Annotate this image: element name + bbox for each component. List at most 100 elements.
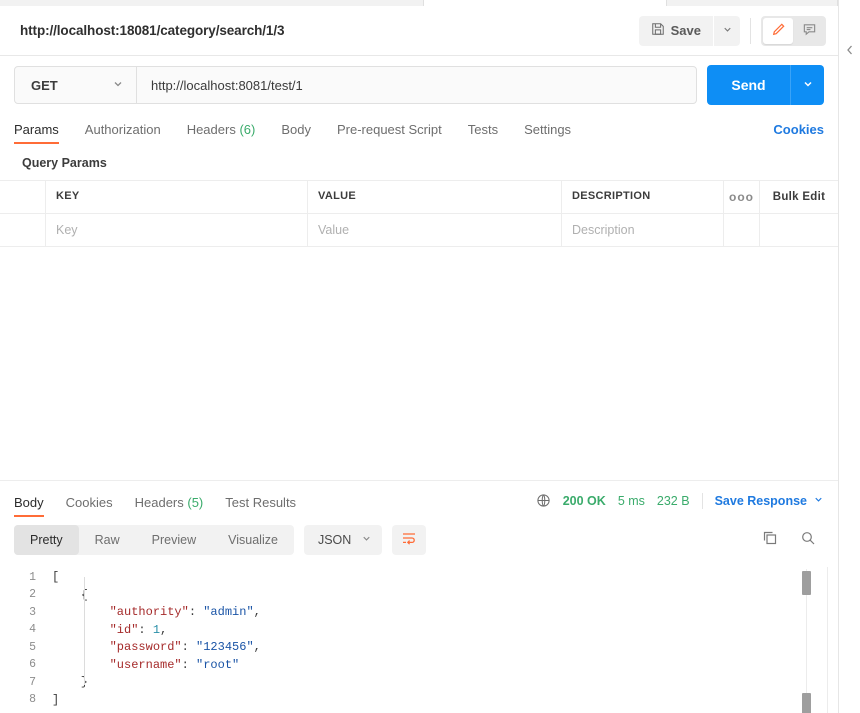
param-description-input[interactable]: Description	[562, 214, 724, 246]
row-options[interactable]	[724, 214, 760, 246]
code-token: "root"	[196, 657, 240, 672]
code-token: "authority"	[109, 605, 189, 620]
tab-pre-request-script[interactable]: Pre-request Script	[337, 122, 442, 144]
save-options-button[interactable]	[714, 15, 740, 46]
response-tab-cookies[interactable]: Cookies	[66, 495, 113, 517]
tab-label: Cookies	[65, 494, 113, 510]
tab-label: Tests	[467, 122, 499, 137]
scrollbar-thumb[interactable]	[802, 570, 811, 595]
chevron-down-icon	[813, 494, 824, 508]
scrollbar-marker[interactable]	[802, 692, 811, 713]
code-token: :	[181, 657, 197, 672]
code-lines: 1[2 {3 "authority": "admin", 4 "id": 1, 5 …	[0, 569, 838, 709]
tab-label: Headers	[134, 494, 184, 510]
tab-label: Settings	[524, 122, 572, 137]
send-options-button[interactable]	[790, 65, 824, 105]
tab-label: Headers	[186, 122, 236, 137]
view-mode-raw[interactable]: Raw	[79, 525, 136, 555]
chevron-left-icon[interactable]	[844, 44, 856, 713]
status-badge: 200 OK	[562, 493, 606, 508]
tab-label: Pre-request Script	[336, 122, 442, 137]
request-tabs: Params Authorization Headers (6) Body Pre-re…	[0, 114, 838, 144]
save-button-label: Save	[670, 23, 701, 38]
line-number: 1	[29, 570, 36, 584]
floppy-disk-icon	[651, 22, 665, 39]
code-text: "id": 1,	[52, 622, 168, 637]
chevron-down-icon	[722, 23, 733, 38]
code-token: ,	[253, 605, 261, 620]
response-size: 232 B	[656, 493, 690, 508]
response-tab-test-results[interactable]: Test Results	[225, 495, 296, 517]
method-selector[interactable]: GET	[15, 67, 137, 103]
tab-authorization[interactable]: Authorization	[85, 122, 161, 144]
save-response-button[interactable]: Save Response	[715, 494, 824, 508]
code-line: 1[	[0, 569, 838, 587]
query-params-table: KEY VALUE DESCRIPTION ooo Bulk Edit Key …	[0, 180, 838, 247]
cookies-link[interactable]: Cookies	[773, 122, 824, 144]
tab-headers[interactable]: Headers (6)	[187, 122, 256, 144]
code-line: 3 "authority": "admin",	[0, 604, 838, 622]
word-wrap-icon	[401, 530, 417, 549]
postman-app: http://localhost:18081/category/search/1…	[0, 0, 860, 713]
line-number: 5	[29, 640, 36, 654]
view-mode-preview[interactable]: Preview	[136, 525, 212, 555]
tab-params[interactable]: Params	[14, 122, 59, 144]
url-input[interactable]	[137, 67, 696, 103]
chevron-down-icon	[361, 533, 372, 547]
row-checkbox-cell[interactable]	[0, 214, 46, 246]
bulk-edit-button[interactable]: Bulk Edit	[760, 181, 838, 213]
word-wrap-button[interactable]	[392, 524, 427, 555]
comment-icon	[802, 22, 817, 40]
column-header-value: VALUE	[308, 181, 562, 213]
column-header-key: KEY	[46, 181, 308, 213]
response-tabs: Body Cookies Headers (5) Test Results	[14, 495, 318, 517]
tab-tests[interactable]: Tests	[468, 122, 498, 144]
code-edge-divider	[827, 566, 828, 713]
code-token: :	[181, 640, 197, 655]
table-header-row: KEY VALUE DESCRIPTION ooo Bulk Edit	[0, 181, 838, 214]
view-mode-visualize[interactable]: Visualize	[212, 525, 294, 555]
select-all-cell[interactable]	[0, 181, 46, 213]
save-response-label: Save Response	[714, 493, 807, 508]
code-token: "id"	[109, 622, 139, 637]
title-bar-actions: Save	[638, 15, 826, 46]
search-icon[interactable]	[800, 530, 816, 549]
column-header-description: DESCRIPTION	[562, 181, 724, 213]
divider	[701, 492, 703, 509]
response-tab-body[interactable]: Body	[14, 495, 44, 517]
right-sidebar	[838, 0, 860, 713]
globe-icon	[536, 493, 551, 508]
response-tabs-row: Body Cookies Headers (5) Test Results 200 O…	[0, 481, 838, 517]
code-line: 6 "username": "root"	[0, 656, 838, 674]
response-tab-headers[interactable]: Headers (5)	[135, 495, 204, 517]
tab-label: Body	[281, 122, 311, 137]
column-options-button[interactable]: ooo	[724, 181, 760, 213]
format-label: JSON	[317, 532, 352, 547]
code-token: "password"	[109, 640, 182, 655]
response-pane: Body Cookies Headers (5) Test Results 200 O…	[0, 479, 838, 713]
send-button[interactable]: Send	[707, 65, 790, 105]
code-text: [	[52, 570, 59, 584]
copy-icon[interactable]	[762, 530, 778, 549]
code-token: "123456"	[196, 640, 254, 655]
save-button[interactable]: Save	[638, 15, 713, 46]
code-line: 5 "password": "123456",	[0, 639, 838, 657]
param-value-input[interactable]: Value	[308, 214, 562, 246]
tab-body[interactable]: Body	[281, 122, 311, 144]
code-token: ,	[160, 622, 168, 637]
edit-mode-button[interactable]	[763, 17, 793, 44]
code-line: 2 {	[0, 586, 838, 604]
row-spacer	[760, 214, 838, 246]
request-url-row: GET Send	[0, 56, 838, 114]
line-number: 2	[29, 588, 36, 602]
view-mode-pretty[interactable]: Pretty	[14, 524, 79, 555]
format-selector[interactable]: JSON	[303, 524, 383, 555]
tab-settings[interactable]: Settings	[524, 122, 571, 144]
code-token: :	[138, 622, 153, 637]
response-body-code[interactable]: 1[2 {3 "authority": "admin", 4 "id": 1, 5 …	[0, 563, 838, 713]
comment-button[interactable]	[794, 18, 824, 44]
param-key-input[interactable]: Key	[46, 214, 308, 246]
tab-label: Params	[14, 122, 59, 137]
